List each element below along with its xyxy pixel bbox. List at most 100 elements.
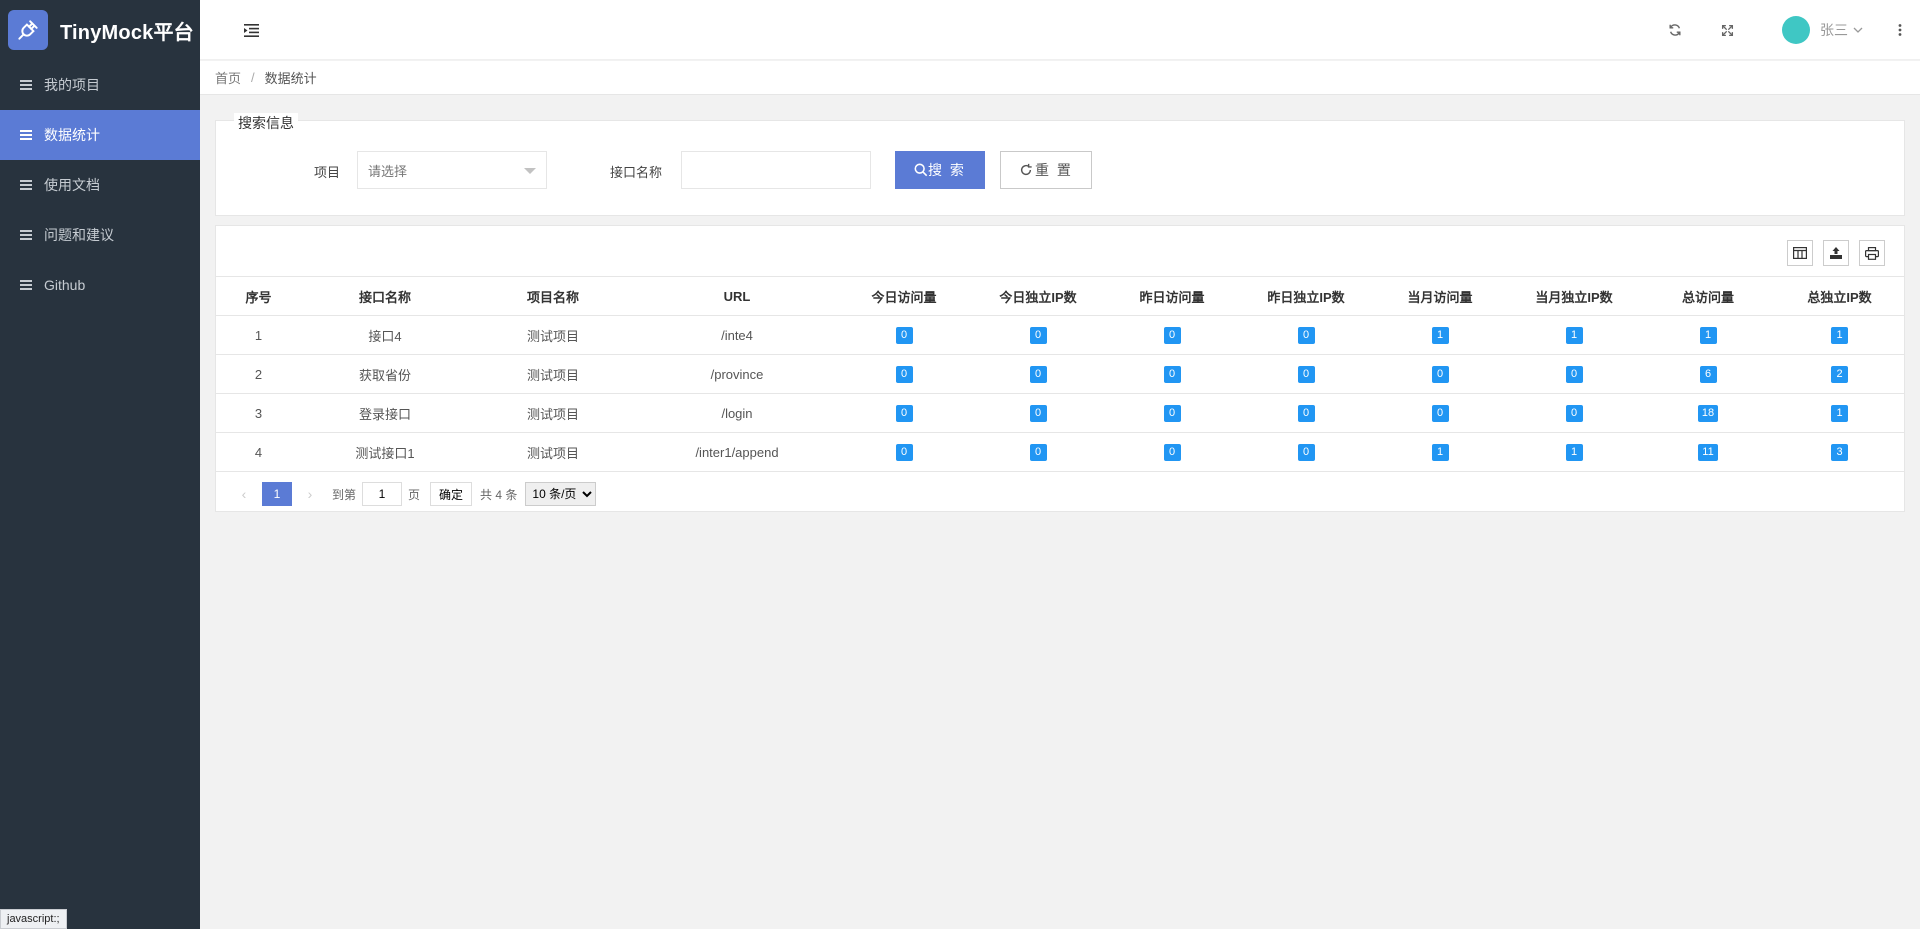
user-name: 张三 <box>1820 22 1848 38</box>
count-badge: 0 <box>1029 444 1047 461</box>
stat-cell: 0 <box>1239 393 1373 433</box>
stat-cell: 0 <box>837 393 971 433</box>
reset-button[interactable]: 重 置 <box>1000 151 1092 189</box>
column-header: 昨日独立IP数 <box>1239 276 1373 316</box>
count-badge: 2 <box>1831 366 1848 383</box>
project-name-cell: 测试项目 <box>469 393 637 433</box>
stat-cell: 1 <box>1507 315 1641 355</box>
count-badge: 0 <box>895 366 913 383</box>
goto-page-input[interactable] <box>362 482 403 506</box>
count-badge: 0 <box>895 327 913 344</box>
stat-cell: 0 <box>1373 393 1507 433</box>
search-button[interactable]: 搜 索 <box>895 151 985 189</box>
count-badge: 0 <box>1163 444 1181 461</box>
print-icon[interactable] <box>1859 240 1885 266</box>
api-name-input[interactable] <box>681 151 871 189</box>
chevron-left-icon[interactable]: ‹ <box>234 486 254 502</box>
project-label: 项目 <box>314 165 341 180</box>
column-header: 当月独立IP数 <box>1507 276 1641 316</box>
count-badge: 3 <box>1831 444 1848 461</box>
menu-icon <box>20 80 32 90</box>
fullscreen-icon[interactable] <box>1712 0 1742 60</box>
more-vertical-icon[interactable] <box>1890 0 1910 60</box>
brand[interactable]: TinyMock平台 <box>0 0 200 60</box>
goto-confirm-button[interactable]: 确定 <box>430 482 473 506</box>
indent-icon[interactable] <box>240 0 262 60</box>
page-suffix: 页 <box>408 487 421 502</box>
breadcrumb-separator: / <box>251 70 255 85</box>
count-badge: 0 <box>895 405 913 422</box>
count-badge: 0 <box>1163 327 1181 344</box>
url-cell: /inter1/append <box>637 432 837 472</box>
columns-icon[interactable] <box>1787 240 1813 266</box>
stat-cell: 0 <box>1239 354 1373 394</box>
count-badge: 0 <box>1565 366 1583 383</box>
browser-status-bar: javascript:; <box>0 909 67 929</box>
project-name-cell: 测试项目 <box>469 432 637 472</box>
page-size-select[interactable]: 10 条/页 <box>525 482 597 506</box>
column-header: 昨日访问量 <box>1105 276 1239 316</box>
menu-icon <box>20 280 32 290</box>
caret-down-icon <box>524 168 536 174</box>
plug-icon <box>8 10 48 50</box>
url-cell: /login <box>637 393 837 433</box>
stat-cell: 1 <box>1775 315 1904 355</box>
count-badge: 1 <box>1831 405 1848 422</box>
sidebar-item-my-projects[interactable]: 我的项目 <box>0 60 200 110</box>
sidebar-nav: 我的项目 数据统计 使用文档 问题和建议 Github <box>0 60 200 310</box>
column-header: 接口名称 <box>301 276 469 316</box>
user-menu[interactable]: 张三 <box>1782 0 1882 60</box>
sidebar-item-docs[interactable]: 使用文档 <box>0 160 200 210</box>
stat-cell: 0 <box>837 315 971 355</box>
pagination: ‹ 1 › 到第 页 确定 共 4 条 10 条/页 <box>216 476 1904 512</box>
breadcrumb-home[interactable]: 首页 <box>215 68 241 87</box>
count-badge: 0 <box>1029 366 1047 383</box>
stat-cell: 0 <box>971 315 1105 355</box>
breadcrumb: 首页 / 数据统计 <box>200 61 1920 95</box>
stat-cell: 0 <box>971 393 1105 433</box>
stat-cell: 0 <box>837 354 971 394</box>
chevron-right-icon[interactable]: › <box>300 486 320 502</box>
app-title: TinyMock平台 <box>60 21 194 44</box>
project-select[interactable]: 请选择 <box>357 151 547 189</box>
stat-cell: 0 <box>1239 315 1373 355</box>
count-badge: 0 <box>1565 405 1583 422</box>
refresh-icon[interactable] <box>1660 0 1690 60</box>
row-number: 1 <box>216 315 301 355</box>
count-badge: 0 <box>1431 405 1449 422</box>
row-number: 2 <box>216 354 301 394</box>
top-header: 张三 <box>200 0 1920 60</box>
stat-cell: 0 <box>1507 393 1641 433</box>
page-current[interactable]: 1 <box>262 482 292 506</box>
stat-cell: 1 <box>1641 315 1775 355</box>
search-panel-legend: 搜索信息 <box>234 113 298 133</box>
url-cell: /province <box>637 354 837 394</box>
export-icon[interactable] <box>1823 240 1849 266</box>
sidebar-item-statistics[interactable]: 数据统计 <box>0 110 200 160</box>
count-badge: 11 <box>1698 444 1718 461</box>
stat-cell: 0 <box>837 432 971 472</box>
count-badge: 1 <box>1831 327 1848 344</box>
stat-cell: 0 <box>1105 354 1239 394</box>
column-header: URL <box>637 276 837 316</box>
url-cell: /inte4 <box>637 315 837 355</box>
table-header: 序号 接口名称 项目名称 URL 今日访问量 今日独立IP数 昨日访问量 昨日独立IP数 当月访… <box>216 276 1904 316</box>
count-badge: 0 <box>895 444 913 461</box>
count-badge: 0 <box>1297 366 1315 383</box>
stat-cell: 3 <box>1775 432 1904 472</box>
goto-label: 到第 <box>332 487 357 502</box>
count-badge: 18 <box>1697 405 1719 422</box>
stat-cell: 0 <box>971 432 1105 472</box>
column-header: 总独立IP数 <box>1775 276 1904 316</box>
table-row: 1 接口4 测试项目/inte4 0 0 0 0 1 1 1 1 <box>216 315 1904 355</box>
sidebar-item-feedback[interactable]: 问题和建议 <box>0 210 200 260</box>
breadcrumb-current: 数据统计 <box>264 71 317 86</box>
stat-cell: 1 <box>1775 393 1904 433</box>
column-header: 今日访问量 <box>837 276 971 316</box>
menu-icon <box>20 230 32 240</box>
total-count: 共 4 条 <box>480 487 518 502</box>
count-badge: 1 <box>1565 327 1583 344</box>
count-badge: 0 <box>1297 327 1315 344</box>
search-icon <box>914 163 928 177</box>
sidebar-item-github[interactable]: Github <box>0 260 200 310</box>
